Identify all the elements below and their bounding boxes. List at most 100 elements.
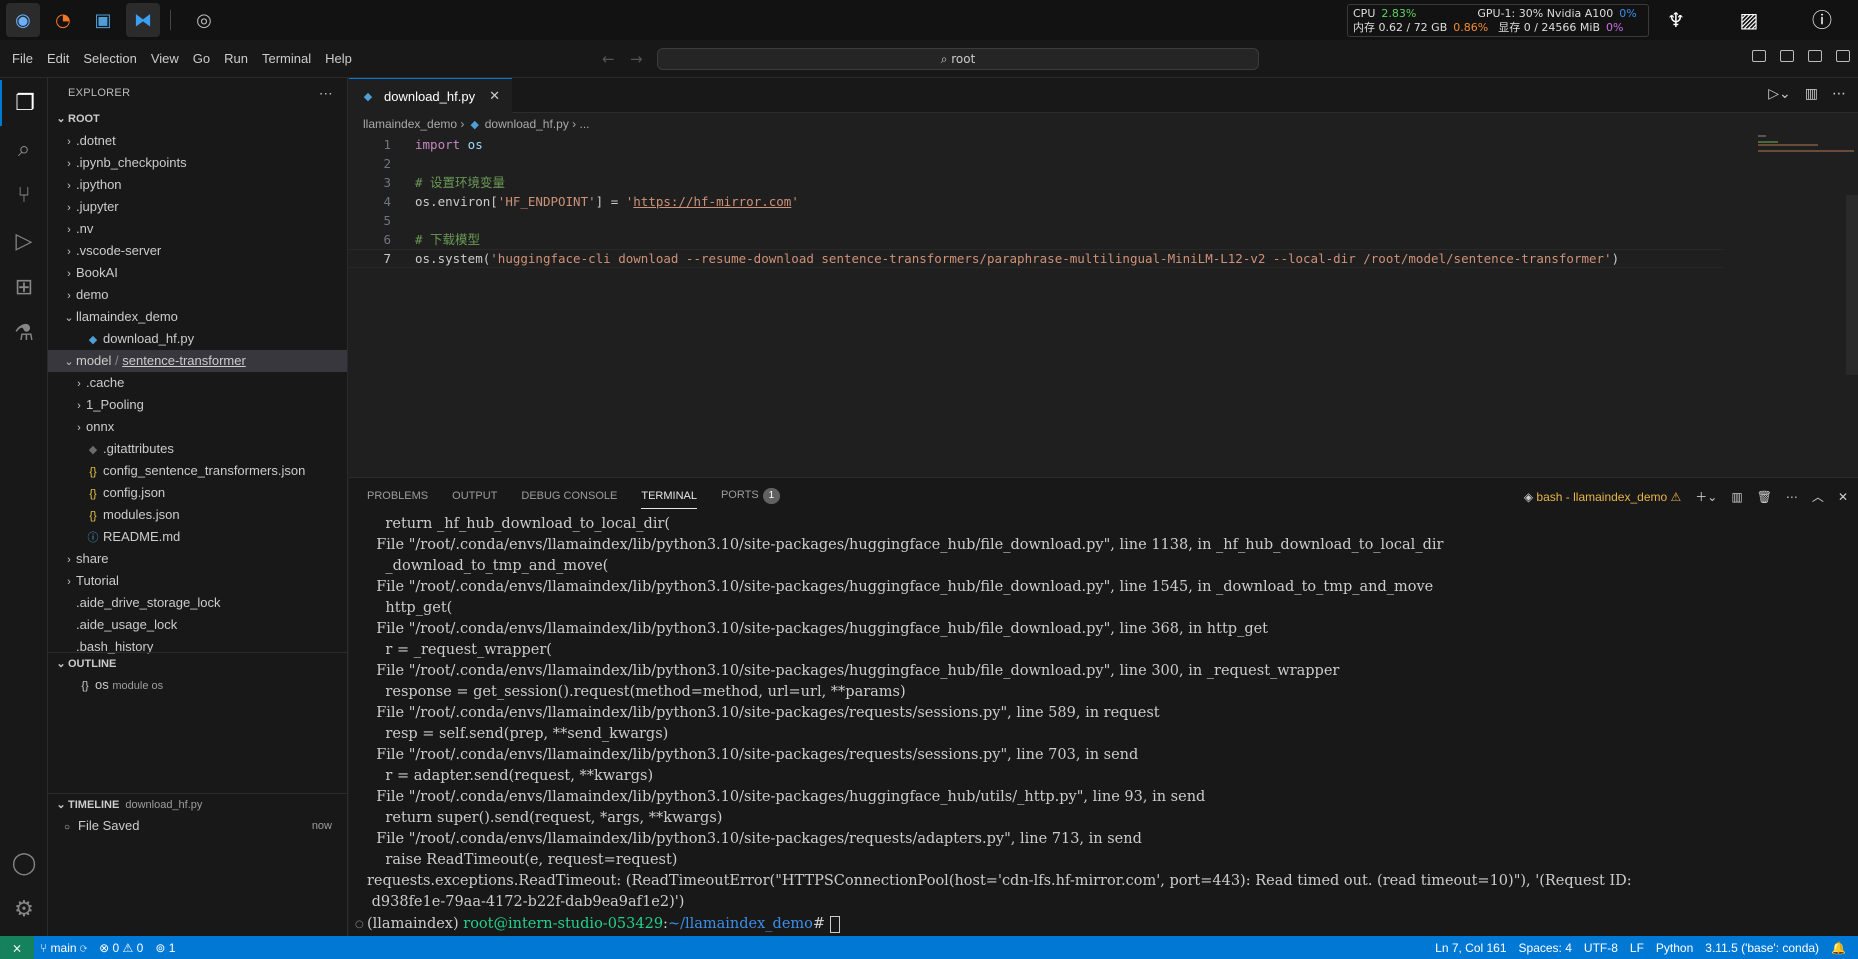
breadcrumb-file[interactable]: download_hf.py: [485, 117, 569, 131]
jupyter-icon[interactable]: ◔: [46, 3, 80, 37]
image-gallery-icon[interactable]: ▨: [1735, 6, 1763, 34]
more-actions-icon[interactable]: ⋯: [1786, 490, 1798, 504]
tree-item[interactable]: ◆ download_hf.py: [48, 328, 347, 350]
minimap[interactable]: [1748, 135, 1858, 415]
tree-item[interactable]: .aide_usage_lock: [48, 614, 347, 636]
more-actions-icon[interactable]: ⋯: [1832, 86, 1846, 102]
line-ending[interactable]: LF: [1624, 941, 1650, 955]
tab-output[interactable]: OUTPUT: [452, 490, 497, 502]
tensorflow-icon[interactable]: ♆: [1662, 6, 1690, 34]
testing-icon[interactable]: ⚗: [0, 310, 48, 356]
menu-run[interactable]: Run: [217, 51, 255, 66]
tree-item[interactable]: › .vscode-server: [48, 240, 347, 262]
python-interpreter[interactable]: 3.11.5 ('base': conda): [1699, 941, 1825, 955]
new-terminal-icon[interactable]: ＋⌄: [1695, 488, 1717, 505]
ports-status[interactable]: ⊚ 1: [149, 941, 181, 955]
source-control-icon[interactable]: ⑂: [0, 172, 48, 218]
url-link[interactable]: https://hf-mirror.com: [633, 194, 791, 209]
editor-scrollbar[interactable]: [1846, 195, 1858, 375]
tree-item[interactable]: › .ipython: [48, 174, 347, 196]
toggle-sidebar-icon[interactable]: [1752, 50, 1766, 62]
tab-problems[interactable]: PROBLEMS: [367, 490, 428, 502]
tab-debug-console[interactable]: DEBUG CONSOLE: [521, 490, 617, 502]
accounts-icon[interactable]: ◯: [0, 840, 48, 886]
menu-go[interactable]: Go: [186, 51, 217, 66]
cursor-position[interactable]: Ln 7, Col 161: [1429, 941, 1512, 955]
tree-item[interactable]: ◆ .gitattributes: [48, 438, 347, 460]
menu-file[interactable]: File: [0, 51, 40, 66]
app-logo-icon[interactable]: ◉: [6, 3, 40, 37]
language-mode[interactable]: Python: [1650, 941, 1699, 955]
indentation[interactable]: Spaces: 4: [1513, 941, 1578, 955]
toggle-secondary-sidebar-icon[interactable]: [1808, 50, 1822, 62]
tree-item[interactable]: › share: [48, 548, 347, 570]
root-folder-title[interactable]: ⌄ ROOT: [48, 108, 347, 130]
breadcrumb-symbol[interactable]: ...: [580, 117, 590, 131]
notifications-bell-icon[interactable]: 🔔: [1825, 941, 1852, 955]
run-debug-icon[interactable]: ▷: [0, 218, 48, 264]
code-editor[interactable]: 1 import os 2 3 # 设置环境变量 4 os.environ['HF_E…: [349, 135, 1858, 268]
chevron-right-icon: ›: [67, 180, 71, 192]
close-panel-icon[interactable]: ✕: [1838, 490, 1848, 504]
trash-icon[interactable]: 🗑: [1757, 490, 1772, 504]
tree-item[interactable]: › .jupyter: [48, 196, 347, 218]
tab-terminal[interactable]: TERMINAL: [641, 483, 697, 509]
back-arrow-icon[interactable]: ←: [602, 50, 615, 68]
more-actions-icon[interactable]: ⋯: [319, 78, 333, 108]
branch-status[interactable]: ⑂ main ⟳: [34, 941, 93, 955]
terminal-prompt[interactable]: ○ (llamaindex) root@intern-studio-053429:…: [349, 914, 840, 935]
terminal-app-icon[interactable]: ▣: [86, 3, 120, 37]
tree-item[interactable]: › Tutorial: [48, 570, 347, 592]
settings-gear-icon[interactable]: ⚙: [0, 886, 48, 932]
code-line-5: 5: [349, 211, 1858, 230]
tree-item[interactable]: {} config_sentence_transformers.json: [48, 460, 347, 482]
tree-item[interactable]: › .dotnet: [48, 130, 347, 152]
run-python-icon[interactable]: ▷⌄: [1768, 86, 1791, 102]
menu-terminal[interactable]: Terminal: [255, 51, 318, 66]
menu-help[interactable]: Help: [318, 51, 359, 66]
tree-item[interactable]: ⌄ model / sentence-transformer: [48, 350, 347, 372]
tree-item[interactable]: ⓘ README.md: [48, 526, 347, 548]
tree-item[interactable]: {} modules.json: [48, 504, 347, 526]
info-icon[interactable]: ⓘ: [1808, 6, 1836, 34]
tab-ports[interactable]: PORTS 1: [721, 488, 781, 504]
outline-title[interactable]: ⌄ OUTLINE: [48, 652, 347, 674]
terminal-instance[interactable]: ◈ bash - llamaindex_demo ⚠: [1524, 490, 1681, 504]
customize-layout-icon[interactable]: [1836, 50, 1850, 62]
menu-selection[interactable]: Selection: [76, 51, 143, 66]
circle-icon: ○: [64, 822, 71, 833]
tree-item[interactable]: ⌄ llamaindex_demo: [48, 306, 347, 328]
remote-indicator-icon[interactable]: ⨯: [0, 936, 34, 959]
tree-item[interactable]: › demo: [48, 284, 347, 306]
problems-status[interactable]: ⊗ 0 ⚠ 0: [93, 941, 149, 955]
tree-item[interactable]: › .nv: [48, 218, 347, 240]
search-view-icon[interactable]: ⌕: [0, 126, 48, 172]
tree-item[interactable]: › BookAI: [48, 262, 347, 284]
compass-icon[interactable]: ◎: [187, 3, 221, 37]
outline-item[interactable]: {} os module os: [48, 674, 163, 696]
breadcrumb-folder[interactable]: llamaindex_demo: [363, 117, 457, 131]
extensions-icon[interactable]: ⊞: [0, 264, 48, 310]
explorer-icon[interactable]: ❐: [0, 80, 48, 126]
tree-item[interactable]: {} config.json: [48, 482, 347, 504]
forward-arrow-icon[interactable]: →: [630, 50, 643, 68]
timeline-title[interactable]: ⌄ TIMELINE download_hf.py: [48, 793, 347, 815]
maximize-panel-icon[interactable]: ︿: [1812, 488, 1824, 505]
tree-item[interactable]: › .ipynb_checkpoints: [48, 152, 347, 174]
tree-item[interactable]: › .cache: [48, 372, 347, 394]
encoding[interactable]: UTF-8: [1578, 941, 1624, 955]
toggle-panel-icon[interactable]: [1780, 50, 1794, 62]
command-center[interactable]: ⌕ root: [657, 48, 1259, 70]
close-icon[interactable]: ✕: [489, 88, 500, 104]
tree-item[interactable]: .aide_drive_storage_lock: [48, 592, 347, 614]
tree-item[interactable]: › 1_Pooling: [48, 394, 347, 416]
timeline-entry[interactable]: ○ File Saved now: [48, 815, 347, 837]
vscode-icon[interactable]: ⧓: [126, 3, 160, 37]
split-editor-icon[interactable]: ▥: [1805, 86, 1818, 102]
menu-view[interactable]: View: [144, 51, 186, 66]
terminal-output[interactable]: return _hf_hub_download_to_local_dir( Fi…: [349, 514, 1858, 913]
tab-download-hf[interactable]: ◆ download_hf.py ✕: [349, 78, 512, 113]
split-terminal-icon[interactable]: ▥: [1731, 490, 1742, 504]
menu-edit[interactable]: Edit: [40, 51, 76, 66]
tree-item[interactable]: › onnx: [48, 416, 347, 438]
